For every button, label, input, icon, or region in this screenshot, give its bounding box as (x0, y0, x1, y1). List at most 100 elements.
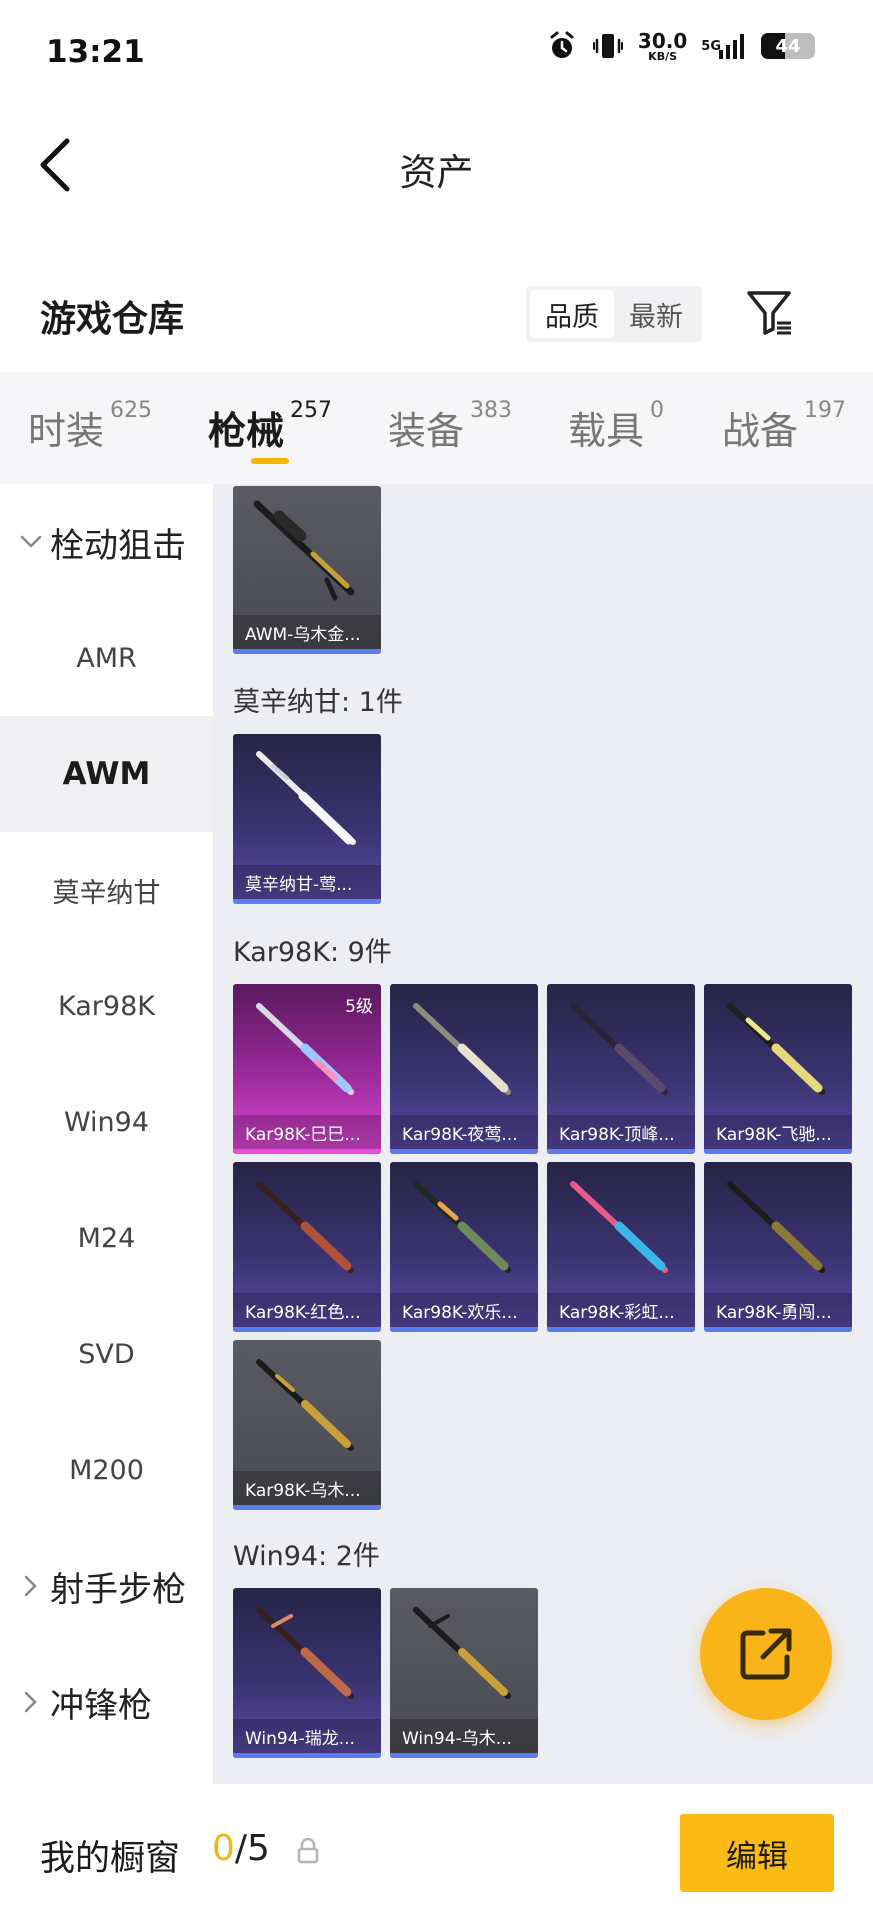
tab-weapons[interactable]: 枪械 257 (208, 398, 333, 455)
chevron-right-icon (18, 1575, 44, 1597)
title-bar: 资产 (0, 100, 873, 230)
item-card[interactable]: Win94-乌木... (390, 1588, 538, 1758)
item-name: Kar98K-飞驰... (704, 1115, 852, 1149)
item-card[interactable]: AWM-乌木金... (233, 486, 381, 654)
tab-count: 257 (290, 398, 333, 423)
rifle-icon (413, 1003, 511, 1095)
rifle-icon (256, 1607, 354, 1699)
tab-equipment[interactable]: 装备 383 (388, 398, 513, 455)
sidebar-group-label: 射手步枪 (50, 1569, 186, 1610)
rarity-bar (233, 1327, 381, 1332)
tab-label: 枪械 (208, 409, 285, 453)
sort-option-quality[interactable]: 品质 (530, 290, 614, 338)
item-level: 5级 (345, 997, 373, 1017)
item-card[interactable]: Kar98K-欢乐... (390, 1162, 538, 1332)
bottom-bar: 我的橱窗 0/5 编辑 (0, 1784, 873, 1920)
item-name: Win94-瑞龙... (233, 1719, 381, 1753)
item-name: Kar98K-夜莺... (390, 1115, 538, 1149)
tab-label: 装备 (388, 409, 465, 453)
chevron-down-icon (18, 535, 44, 549)
item-name: Kar98K-顶峰... (547, 1115, 695, 1149)
battery-level: 44 (775, 35, 801, 57)
vibrate-icon (592, 30, 624, 62)
item-card[interactable]: Kar98K-飞驰... (704, 984, 852, 1154)
tab-count: 197 (804, 398, 847, 423)
sidebar-item-m200[interactable]: M200 (0, 1412, 213, 1528)
filter-button[interactable] (740, 282, 800, 342)
network-speed-unit: KB/S (648, 49, 678, 63)
sidebar-item-amr[interactable]: AMR (0, 600, 213, 716)
rarity-bar (233, 1505, 381, 1510)
edit-button[interactable]: 编辑 (680, 1814, 834, 1892)
showcase-label: 我的橱窗 (40, 1839, 181, 1879)
item-card[interactable]: Kar98K-乌木... (233, 1340, 381, 1510)
item-card[interactable]: Kar98K-顶峰... (547, 984, 695, 1154)
tab-label: 载具 (568, 409, 645, 453)
item-card[interactable]: Kar98K-勇闯... (704, 1162, 852, 1332)
sidebar: 栓动狙击 AMR AWM 莫辛纳甘 Kar98K Win94 M24 SVD M… (0, 484, 213, 1784)
item-card[interactable]: Kar98K-彩虹... (547, 1162, 695, 1332)
share-fab-button[interactable] (700, 1588, 832, 1720)
sidebar-group-label: 栓动狙击 (50, 525, 186, 566)
sidebar-group-bolt-action[interactable]: 栓动狙击 (0, 484, 213, 600)
rifle-icon (256, 751, 356, 845)
rifle-icon (570, 1003, 668, 1095)
rifle-icon (413, 1181, 511, 1273)
rarity-bar (390, 1149, 538, 1154)
lock-icon (296, 1837, 320, 1868)
item-name: Kar98K-勇闯... (704, 1293, 852, 1327)
item-card[interactable]: Kar98K-夜莺... (390, 984, 538, 1154)
item-card[interactable]: 5级 Kar98K-巳巳... (233, 984, 381, 1154)
sidebar-item-svd[interactable]: SVD (0, 1296, 213, 1412)
active-tab-indicator (251, 458, 289, 464)
rarity-bar (547, 1149, 695, 1154)
item-name: Kar98K-欢乐... (390, 1293, 538, 1327)
sort-option-newest[interactable]: 最新 (614, 290, 698, 338)
showcase-total: /5 (234, 1828, 270, 1869)
item-card[interactable]: Kar98K-红色... (233, 1162, 381, 1332)
status-bar: 13:21 30.0 KB/S 5G 44 (0, 0, 873, 100)
showcase-count: 0/5 (212, 1828, 270, 1869)
rifle-icon (570, 1181, 668, 1273)
filter-icon (747, 291, 791, 335)
battery-icon: 44 (761, 33, 815, 59)
sidebar-item-m24[interactable]: M24 (0, 1180, 213, 1296)
tab-label: 战备 (722, 409, 799, 453)
section-header: 游戏仓库 品质 最新 (0, 270, 873, 360)
item-card[interactable]: 莫辛纳甘-莺... (233, 734, 381, 904)
item-name: Kar98K-彩虹... (547, 1293, 695, 1327)
item-card[interactable]: Win94-瑞龙... (233, 1588, 381, 1758)
item-name: AWM-乌木金... (233, 615, 381, 649)
sidebar-item-win94[interactable]: Win94 (0, 1064, 213, 1180)
sidebar-item-kar98k[interactable]: Kar98K (0, 948, 213, 1064)
rifle-icon (256, 1359, 354, 1451)
sidebar-group-smg[interactable]: 冲锋枪 (0, 1644, 213, 1760)
status-time: 13:21 (46, 34, 145, 70)
rifle-icon (253, 500, 355, 601)
group-label: Kar98K: 9件 (233, 937, 392, 968)
tab-fashion[interactable]: 时装 625 (28, 398, 153, 455)
rarity-bar (704, 1327, 852, 1332)
chevron-right-icon (18, 1691, 44, 1713)
item-name: 莫辛纳甘-莺... (233, 865, 381, 899)
rarity-bar (704, 1149, 852, 1154)
sidebar-item-awm[interactable]: AWM (0, 716, 213, 832)
page-title: 资产 (399, 151, 474, 194)
tab-vehicles[interactable]: 载具 0 (568, 398, 664, 455)
sidebar-item-mosin[interactable]: 莫辛纳甘 (0, 832, 213, 948)
tab-label: 时装 (28, 409, 105, 453)
rarity-bar (233, 1149, 381, 1154)
tab-count: 383 (470, 398, 513, 423)
item-name: Kar98K-乌木... (233, 1471, 381, 1505)
sidebar-group-marksman[interactable]: 射手步枪 (0, 1528, 213, 1644)
group-label: 莫辛纳甘: 1件 (233, 687, 403, 718)
rifle-icon (727, 1003, 825, 1095)
network-speed-value: 30.0 (637, 28, 688, 53)
rarity-bar (390, 1753, 538, 1758)
tab-supplies[interactable]: 战备 197 (722, 398, 847, 455)
section-title: 游戏仓库 (40, 299, 185, 340)
rifle-icon (727, 1181, 825, 1273)
signal-icon: 5G (701, 31, 747, 61)
tab-count: 625 (110, 398, 153, 423)
alarm-icon (546, 30, 578, 62)
